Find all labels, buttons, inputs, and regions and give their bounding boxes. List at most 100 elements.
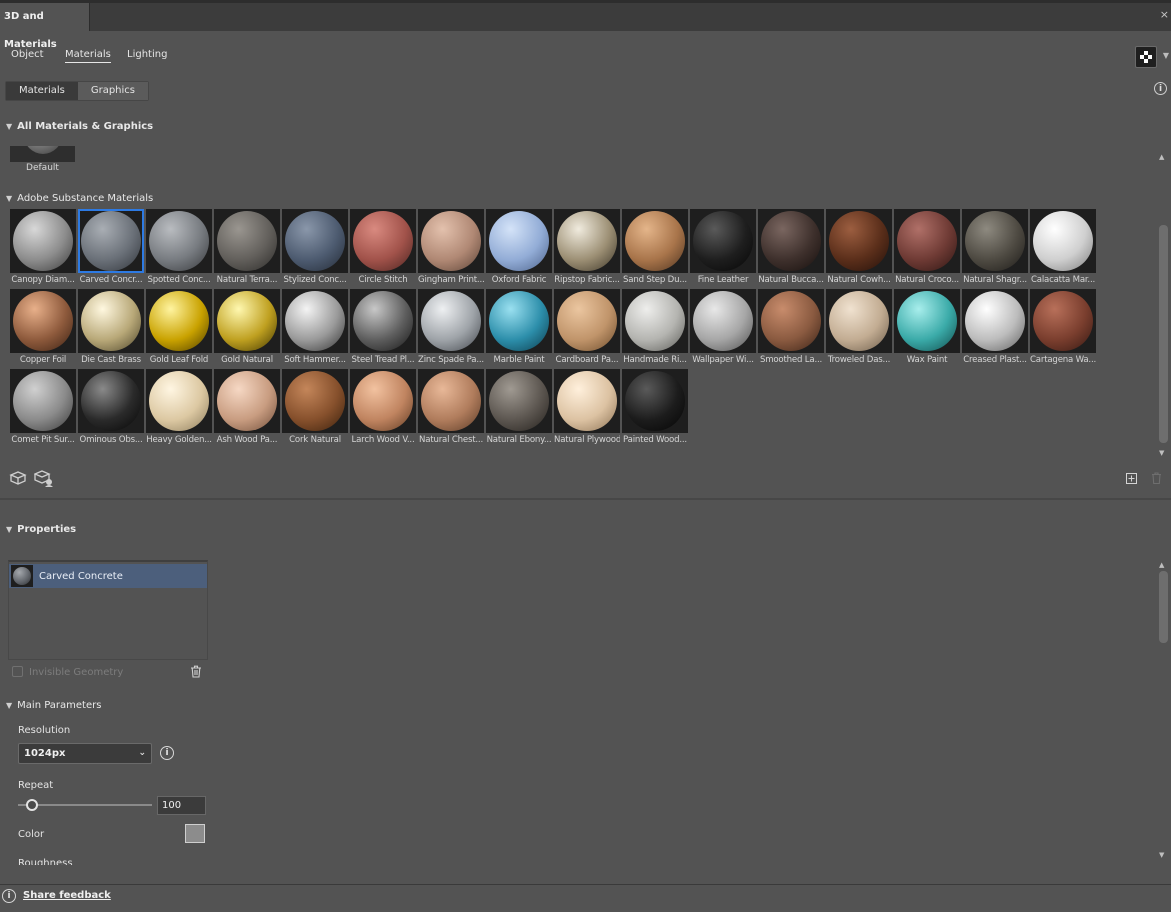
section-substance-materials[interactable]: ▼ Adobe Substance Materials — [6, 193, 153, 204]
panel-tab[interactable]: 3D and Materials — [0, 3, 90, 50]
section-properties[interactable]: ▼ Properties — [6, 524, 76, 535]
repeat-label: Repeat — [18, 780, 54, 791]
scroll-up-arrow[interactable]: ▲ — [1159, 561, 1164, 569]
material-tile[interactable]: Gingham Print... — [418, 209, 484, 289]
material-thumbnail — [10, 289, 76, 353]
material-tile[interactable]: Natural Bucca... — [758, 209, 824, 289]
material-tile[interactable]: Steel Tread Pl... — [350, 289, 416, 369]
scroll-up-arrow[interactable]: ▲ — [1159, 153, 1164, 161]
cc-library-material-icon[interactable] — [33, 470, 54, 490]
repeat-input[interactable]: 100 — [157, 796, 206, 815]
material-thumbnail — [282, 289, 348, 353]
panel-footer — [0, 884, 1171, 912]
material-tile[interactable]: Smoothed La... — [758, 289, 824, 369]
material-tile[interactable]: Natural Croco... — [894, 209, 960, 289]
material-tile[interactable]: Comet Pit Sur... — [10, 369, 76, 449]
applied-materials-list: Carved Concrete — [8, 560, 208, 660]
section-main-parameters[interactable]: ▼ Main Parameters — [6, 700, 101, 711]
invisible-geometry-checkbox[interactable] — [12, 666, 23, 677]
material-sphere — [13, 371, 73, 431]
material-tile[interactable]: Marble Paint — [486, 289, 552, 369]
properties-scrollbar[interactable] — [1159, 571, 1168, 849]
section-all-materials[interactable]: ▼ All Materials & Graphics — [6, 121, 153, 132]
material-thumbnail — [146, 369, 212, 433]
chevron-down-icon[interactable]: ▼ — [1163, 51, 1169, 60]
material-tile[interactable]: Fine Leather — [690, 209, 756, 289]
material-tile[interactable]: Handmade Ri... — [622, 289, 688, 369]
material-tile[interactable]: Cartagena Wa... — [1030, 289, 1096, 369]
material-tile[interactable]: Die Cast Brass — [78, 289, 144, 369]
tab-lighting[interactable]: Lighting — [127, 49, 167, 60]
material-tile[interactable]: Circle Stitch — [350, 209, 416, 289]
material-tile[interactable]: Natural Ebony... — [486, 369, 552, 449]
close-icon[interactable]: × — [1160, 8, 1169, 21]
material-tile[interactable]: Stylized Conc... — [282, 209, 348, 289]
material-tile[interactable]: Larch Wood V... — [350, 369, 416, 449]
material-tile[interactable]: Copper Foil — [10, 289, 76, 369]
material-tile[interactable]: Natural Shagr... — [962, 209, 1028, 289]
scrollbar-thumb[interactable] — [1159, 571, 1168, 643]
material-tile[interactable]: Spotted Conc... — [146, 209, 212, 289]
material-tile[interactable]: Natural Terra... — [214, 209, 280, 289]
color-swatch[interactable] — [185, 824, 205, 843]
segment-materials[interactable]: Materials — [6, 82, 78, 100]
chevron-down-icon: ▼ — [6, 701, 13, 710]
material-tile[interactable]: Oxford Fabric — [486, 209, 552, 289]
material-tile[interactable]: Natural Plywood — [554, 369, 620, 449]
material-tile[interactable]: Zinc Spade Pa... — [418, 289, 484, 369]
material-sphere — [81, 211, 141, 271]
material-tile[interactable]: Natural Chest... — [418, 369, 484, 449]
material-tile[interactable]: Calacatta Mar... — [1030, 209, 1096, 289]
segment-graphics[interactable]: Graphics — [77, 82, 149, 100]
materials-scrollbar[interactable] — [1159, 163, 1168, 449]
material-label: Wax Paint — [906, 355, 948, 365]
material-tile[interactable]: Cork Natural — [282, 369, 348, 449]
material-tile[interactable]: Carved Concr... — [78, 209, 144, 289]
material-sphere — [489, 291, 549, 351]
material-tile[interactable]: Troweled Das... — [826, 289, 892, 369]
share-feedback-link[interactable]: Share feedback — [23, 890, 111, 901]
material-label: Cardboard Pa... — [555, 355, 619, 365]
repeat-slider-track[interactable] — [18, 804, 152, 806]
tab-materials[interactable]: Materials — [65, 49, 111, 63]
material-label: Natural Ebony... — [486, 435, 552, 445]
material-sphere — [353, 291, 413, 351]
repeat-slider-handle[interactable] — [26, 799, 38, 811]
material-tile[interactable]: Sand Step Du... — [622, 209, 688, 289]
roughness-label: Roughness — [18, 858, 73, 865]
resolution-select[interactable]: 1024px ⌄ — [18, 743, 152, 764]
add-material-icon[interactable] — [1126, 473, 1137, 487]
material-tile[interactable]: Cardboard Pa... — [554, 289, 620, 369]
material-tile[interactable]: Creased Plast... — [962, 289, 1028, 369]
material-thumbnail — [826, 289, 892, 353]
material-tile[interactable]: Canopy Diam... — [10, 209, 76, 289]
material-tile[interactable]: Heavy Golden... — [146, 369, 212, 449]
applied-material-row[interactable]: Carved Concrete — [9, 564, 207, 588]
material-tile[interactable]: Ash Wood Pa... — [214, 369, 280, 449]
material-tile[interactable]: Painted Wood... — [622, 369, 688, 449]
material-sphere — [1033, 291, 1093, 351]
material-tile[interactable]: Soft Hammer... — [282, 289, 348, 369]
material-thumbnail — [894, 209, 960, 273]
material-tile[interactable]: Gold Leaf Fold — [146, 289, 212, 369]
default-material-thumbnail[interactable] — [10, 146, 75, 162]
delete-material-icon[interactable] — [1151, 472, 1162, 487]
render-button[interactable] — [1135, 46, 1157, 68]
material-tile[interactable]: Ominous Obs... — [78, 369, 144, 449]
import-material-icon[interactable] — [9, 471, 27, 488]
trash-icon[interactable] — [190, 665, 202, 681]
scroll-down-arrow[interactable]: ▼ — [1159, 851, 1164, 859]
material-label: Fine Leather — [697, 275, 749, 285]
default-material-label: Default — [26, 163, 59, 173]
material-tile[interactable]: Wax Paint — [894, 289, 960, 369]
info-icon[interactable]: i — [160, 746, 174, 760]
material-thumbnail — [10, 209, 76, 273]
material-tile[interactable]: Ripstop Fabric... — [554, 209, 620, 289]
material-tile[interactable]: Natural Cowh... — [826, 209, 892, 289]
tab-object[interactable]: Object — [11, 49, 44, 60]
material-tile[interactable]: Wallpaper Wi... — [690, 289, 756, 369]
material-tile[interactable]: Gold Natural — [214, 289, 280, 369]
scrollbar-thumb[interactable] — [1159, 225, 1168, 443]
scroll-down-arrow[interactable]: ▼ — [1159, 449, 1164, 457]
info-icon[interactable]: i — [1154, 82, 1167, 95]
